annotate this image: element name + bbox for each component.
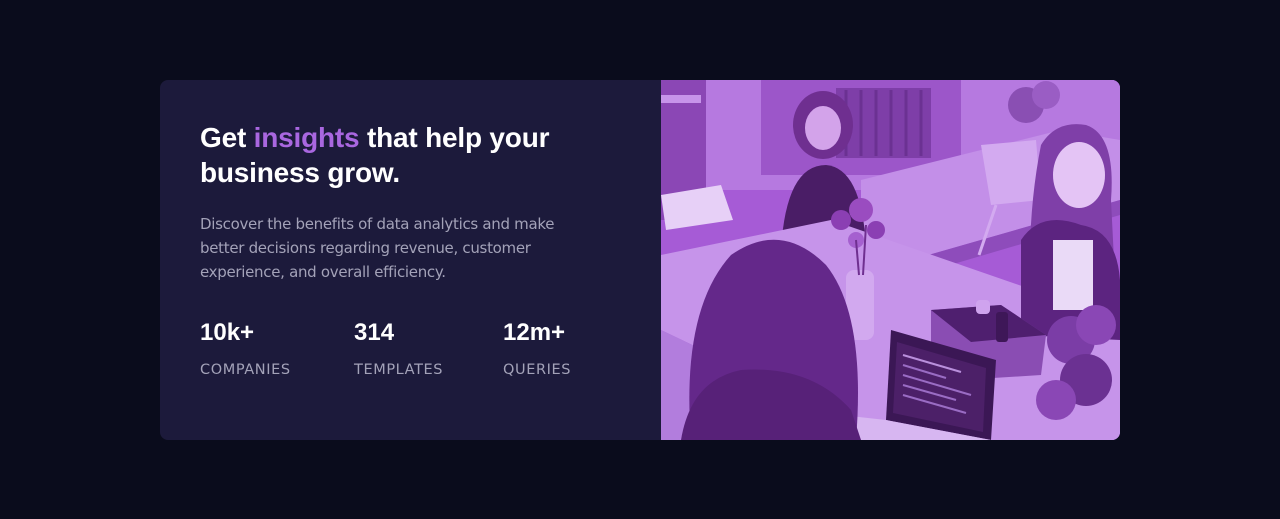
- stat-value: 10k+: [200, 319, 255, 346]
- headline: Get insights that help your business gro…: [200, 120, 590, 190]
- office-team-photo: [661, 80, 1120, 440]
- headline-accent-word: insights: [253, 122, 360, 153]
- stat-companies: 10k+ COMPANIES: [200, 318, 354, 380]
- card-content: Get insights that help your business gro…: [160, 80, 661, 440]
- description: Discover the benefits of data analytics …: [200, 215, 555, 281]
- headline-part-1: Get: [200, 122, 254, 153]
- stat-value: 314: [354, 319, 395, 346]
- stat-label: QUERIES: [503, 362, 572, 378]
- stat-label: TEMPLATES: [354, 362, 444, 378]
- office-photo-illustration: [661, 80, 1120, 440]
- stats-preview-card: Get insights that help your business gro…: [160, 80, 1120, 440]
- stat-label: COMPANIES: [200, 362, 291, 378]
- stat-templates: 314 TEMPLATES: [354, 318, 503, 380]
- stat-queries: 12m+ QUERIES: [503, 318, 613, 380]
- stats-row: 10k+ COMPANIES 314 TEMPLATES 12m+ QUERIE…: [200, 318, 613, 380]
- stat-value: 12m+: [503, 319, 566, 346]
